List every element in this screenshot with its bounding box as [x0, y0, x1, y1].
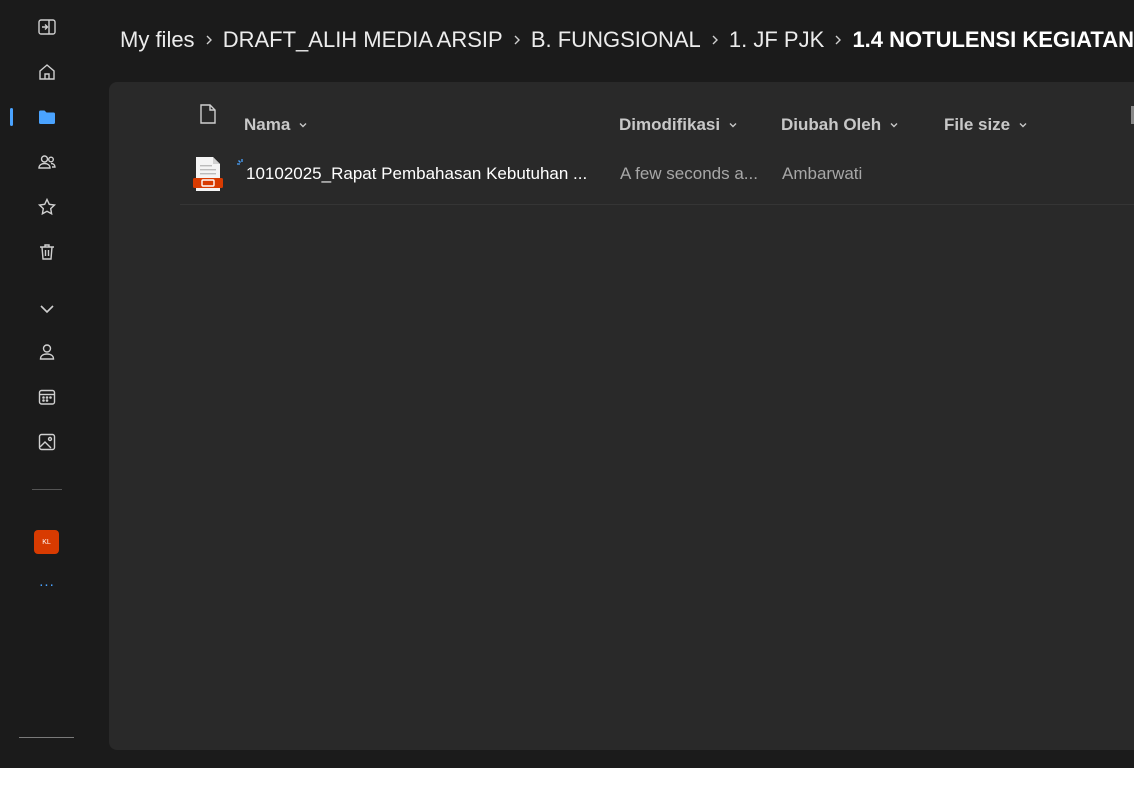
column-header-file-size[interactable]: File size: [944, 114, 1028, 136]
chevron-down-icon: [1018, 120, 1028, 130]
column-header-modified-label: Dimodifikasi: [619, 115, 721, 134]
breadcrumb: My files DRAFT_ALIH MEDIA ARSIP B. FUNGS…: [120, 24, 1134, 56]
person-icon[interactable]: [35, 340, 59, 364]
file-type-column-icon[interactable]: [198, 103, 218, 125]
favorites-star-icon[interactable]: [35, 195, 59, 219]
expand-chevron-icon[interactable]: [35, 297, 59, 321]
my-files-folder-icon[interactable]: [35, 105, 59, 129]
breadcrumb-current: 1.4 NOTULENSI KEGIATAN: [852, 27, 1134, 52]
left-rail: KL ...: [4, 0, 90, 768]
column-header-file-size-label: File size: [944, 115, 1011, 134]
file-name[interactable]: 10102025_Rapat Pembahasan Kebutuhan ...: [246, 164, 587, 184]
chevron-down-icon: [728, 120, 738, 130]
file-modified: A few seconds a...: [620, 164, 758, 183]
chevron-right-icon: [824, 34, 852, 46]
column-header-modified-by[interactable]: Diubah Oleh: [781, 114, 899, 136]
rail-bottom-divider: [19, 737, 74, 738]
collapse-pane-icon[interactable]: [35, 15, 59, 39]
app-tile[interactable]: KL: [34, 530, 59, 554]
chevron-down-icon: [889, 120, 899, 130]
chevron-right-icon: [195, 34, 223, 46]
breadcrumb-jf-pjk[interactable]: 1. JF PJK: [729, 27, 824, 53]
column-header-modified[interactable]: Dimodifikasi: [619, 114, 738, 136]
breadcrumb-fungsional[interactable]: B. FUNGSIONAL: [531, 27, 701, 53]
column-header-modified-by-label: Diubah Oleh: [781, 115, 882, 134]
photos-icon[interactable]: [35, 430, 59, 454]
more-apps-icon[interactable]: ...: [36, 574, 58, 592]
rail-divider: [32, 489, 62, 490]
chevron-down-icon: [298, 120, 308, 130]
column-header-name-label: Nama: [244, 115, 291, 134]
column-header-name[interactable]: Nama: [244, 114, 308, 136]
pdf-file-icon: [193, 156, 223, 192]
file-modified-by: Ambarwati: [782, 164, 863, 183]
breadcrumb-draft-alih-media[interactable]: DRAFT_ALIH MEDIA ARSIP: [223, 27, 503, 53]
chevron-right-icon: [503, 34, 531, 46]
chevron-right-icon: [701, 34, 729, 46]
shared-people-icon[interactable]: [35, 150, 59, 174]
active-nav-indicator: [10, 108, 13, 126]
recycle-bin-icon[interactable]: [35, 240, 59, 264]
onedrive-window: KL ... My files DRAFT_ALIH MEDIA ARSIP B…: [0, 0, 1134, 768]
calendar-icon[interactable]: [35, 385, 59, 409]
breadcrumb-my-files[interactable]: My files: [120, 27, 195, 53]
home-icon[interactable]: [35, 60, 59, 84]
